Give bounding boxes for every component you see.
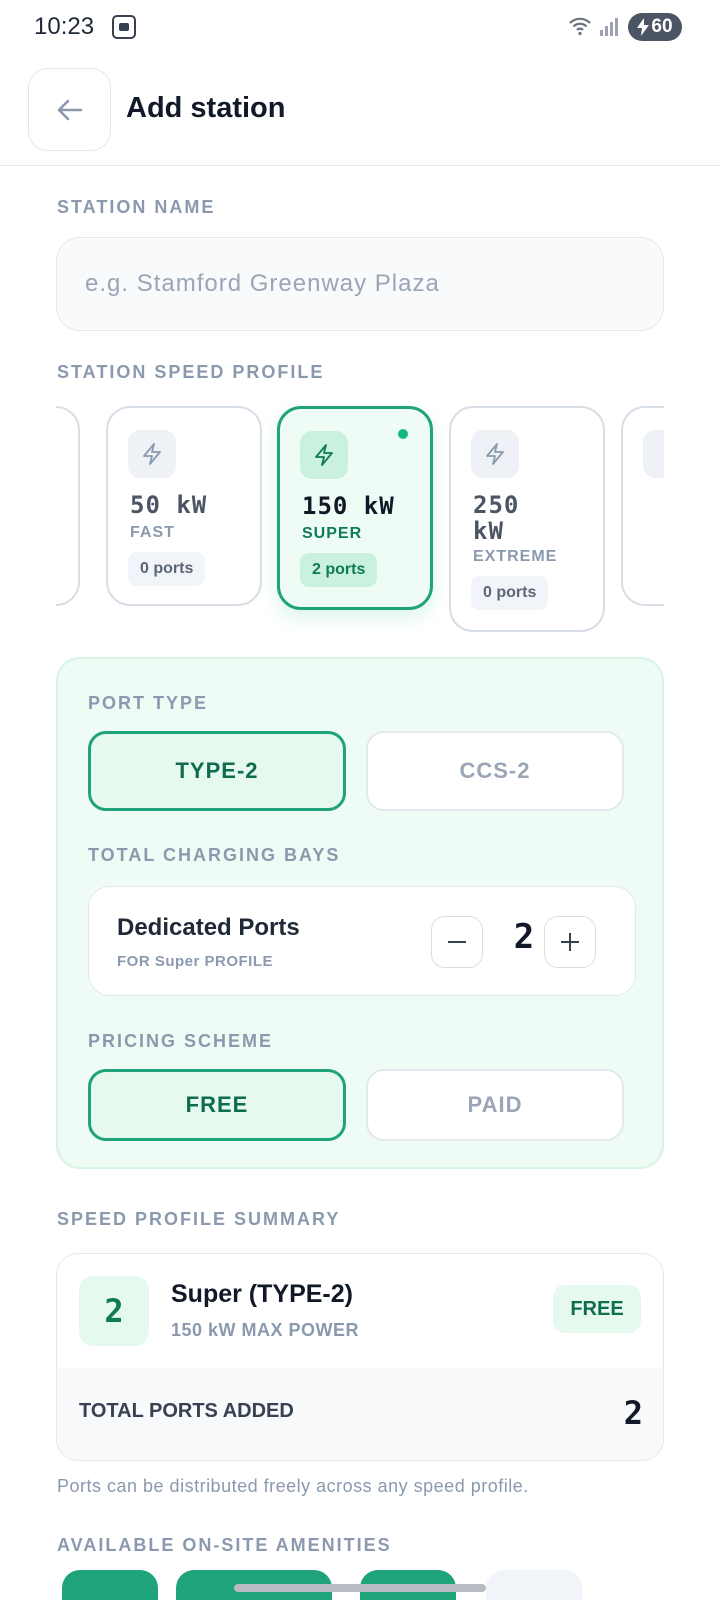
app-header: Add station bbox=[0, 60, 720, 166]
signal-icon bbox=[600, 16, 618, 36]
station-name-label: STATION NAME bbox=[57, 197, 216, 217]
summary-title: Super (TYPE-2) bbox=[171, 1280, 353, 1308]
total-ports-label: TOTAL PORTS ADDED bbox=[79, 1400, 294, 1422]
battery-level: 60 bbox=[651, 16, 673, 37]
card-power: 50 kW bbox=[130, 491, 208, 519]
home-indicator[interactable] bbox=[234, 1584, 486, 1592]
plus-icon bbox=[561, 933, 579, 951]
port-type-ccs2-button[interactable]: CCS-2 bbox=[366, 731, 624, 811]
summary-footer: TOTAL PORTS ADDED 2 bbox=[57, 1368, 663, 1460]
charging-bolt-icon bbox=[637, 18, 650, 36]
speed-card-partial-left[interactable] bbox=[56, 406, 80, 606]
station-name-input[interactable] bbox=[57, 238, 663, 330]
total-ports-value: 2 bbox=[623, 1394, 643, 1432]
speed-card-50kw[interactable]: 50 kW FAST 0 ports bbox=[106, 406, 262, 606]
speed-profile-label: STATION SPEED PROFILE bbox=[57, 362, 325, 382]
card-ports-badge: 0 ports bbox=[128, 552, 206, 586]
distribution-note: Ports can be distributed freely across a… bbox=[57, 1476, 529, 1496]
card-tier: SUPER bbox=[302, 525, 363, 542]
card-power: 250 kW bbox=[473, 491, 520, 545]
summary-label: SPEED PROFILE SUMMARY bbox=[57, 1209, 341, 1229]
lightning-icon bbox=[128, 430, 176, 478]
card-tier: FAST bbox=[130, 524, 175, 541]
screen-record-icon bbox=[112, 15, 136, 39]
increment-button[interactable] bbox=[544, 916, 596, 968]
summary-subtitle: 150 kW MAX POWER bbox=[171, 1320, 360, 1340]
speed-card-150kw[interactable]: 150 kW SUPER 2 ports bbox=[277, 406, 433, 610]
bays-subtitle: FOR Super PROFILE bbox=[117, 953, 274, 970]
lightning-icon bbox=[471, 430, 519, 478]
port-type-type2-button[interactable]: TYPE-2 bbox=[88, 731, 346, 811]
status-time: 10:23 bbox=[34, 13, 95, 40]
bays-title: Dedicated Ports bbox=[117, 914, 300, 941]
charging-bays-label: TOTAL CHARGING BAYS bbox=[88, 845, 341, 865]
station-name-field bbox=[56, 237, 664, 331]
minus-icon bbox=[448, 941, 466, 943]
card-power: 150 kW bbox=[302, 492, 395, 520]
back-button[interactable] bbox=[28, 68, 111, 151]
amenities-label: AVAILABLE ON-SITE AMENITIES bbox=[57, 1535, 392, 1555]
lightning-icon bbox=[300, 431, 348, 479]
speed-card-250kw[interactable]: 250 kW EXTREME 0 ports bbox=[449, 406, 605, 632]
bays-count: 2 bbox=[513, 917, 535, 957]
battery-indicator: 60 bbox=[628, 13, 682, 41]
status-bar: 10:23 60 bbox=[0, 0, 720, 54]
speed-card-partial-right[interactable] bbox=[621, 406, 664, 606]
page-title: Add station bbox=[126, 92, 286, 124]
pricing-scheme-label: PRICING SCHEME bbox=[88, 1031, 274, 1051]
wifi-icon bbox=[568, 16, 592, 41]
summary-count-badge: 2 bbox=[79, 1276, 149, 1346]
amenity-chip[interactable] bbox=[486, 1570, 582, 1600]
port-type-label: PORT TYPE bbox=[88, 693, 209, 713]
amenity-chip[interactable] bbox=[62, 1570, 158, 1600]
speed-profile-summary-card: 2 Super (TYPE-2) 150 kW MAX POWER FREE T… bbox=[56, 1253, 664, 1461]
arrow-left-icon bbox=[57, 99, 82, 120]
card-tier: EXTREME bbox=[473, 548, 558, 565]
speed-profile-carousel[interactable]: 50 kW FAST 0 ports 150 kW SUPER 2 ports … bbox=[56, 400, 664, 640]
decrement-button[interactable] bbox=[431, 916, 483, 968]
charging-bays-card: Dedicated Ports FOR Super PROFILE 2 bbox=[88, 886, 636, 996]
lightning-icon bbox=[643, 430, 664, 478]
pricing-paid-button[interactable]: PAID bbox=[366, 1069, 624, 1141]
pricing-free-button[interactable]: FREE bbox=[88, 1069, 346, 1141]
card-ports-badge: 0 ports bbox=[471, 576, 549, 610]
card-ports-badge: 2 ports bbox=[300, 553, 378, 587]
profile-config-panel: PORT TYPE TYPE-2 CCS-2 TOTAL CHARGING BA… bbox=[56, 657, 664, 1169]
selected-indicator-dot bbox=[398, 429, 408, 439]
summary-pricing-badge: FREE bbox=[553, 1285, 641, 1333]
